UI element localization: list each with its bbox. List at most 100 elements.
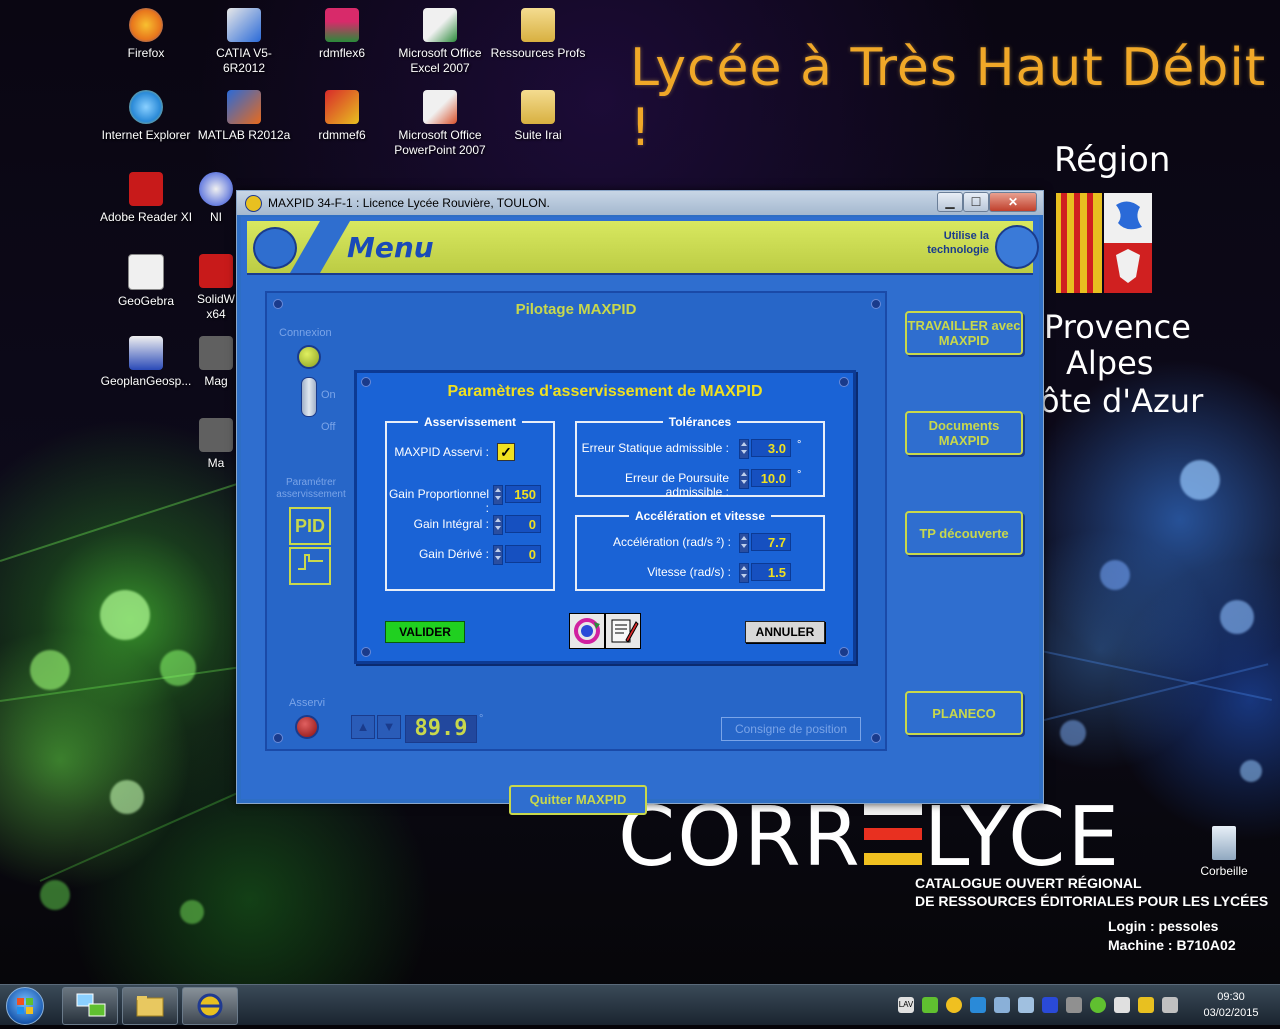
reset-parameters-button[interactable]	[569, 613, 605, 649]
window-titlebar[interactable]: MAXPID 34-F-1 : Licence Lycée Rouvière, …	[237, 191, 1043, 215]
desktop-icon-internet-explorer[interactable]: Internet Explorer	[98, 90, 194, 143]
erreur-poursuite-unit: °	[797, 469, 802, 481]
pid-button[interactable]: PID	[289, 507, 331, 545]
desktop-icon-label: MATLAB R2012a	[197, 128, 291, 142]
tray-display-icon[interactable]	[994, 997, 1010, 1013]
desktop-icon-geoplan[interactable]: GeoplanGeosp...	[98, 336, 194, 389]
consigne-de-position-button[interactable]: Consigne de position	[721, 717, 861, 741]
tray-connection-icon[interactable]	[1042, 997, 1058, 1013]
acceleration-input[interactable]: 7.7	[751, 533, 791, 551]
desktop-icon-adobe-reader[interactable]: Adobe Reader XI	[98, 172, 194, 225]
screw-decoration	[871, 733, 881, 743]
desktop-icon-label: Ma	[207, 456, 225, 470]
asservi-label: Asservi	[289, 697, 326, 709]
gain-integral-spinner[interactable]	[493, 515, 503, 535]
region-line: Provence	[1044, 308, 1191, 346]
bokeh-light	[1180, 460, 1220, 500]
step-response-button[interactable]	[289, 547, 331, 585]
desktop-icon-ressources-profs[interactable]: Ressources Profs	[490, 8, 586, 61]
edit-document-icon	[611, 619, 639, 643]
taskbar-clock[interactable]: 09:30 03/02/2015	[1194, 989, 1268, 1021]
travailler-button[interactable]: TRAVAILLER avec MAXPID	[905, 311, 1023, 355]
erreur-poursuite-spinner[interactable]	[739, 469, 749, 489]
volume-icon[interactable]	[1162, 997, 1178, 1013]
desktop-icon-mag[interactable]: Mag	[196, 336, 236, 389]
gain-derive-spinner[interactable]	[493, 545, 503, 565]
maximize-button[interactable]: ☐	[963, 192, 989, 212]
desktop-icon-ma[interactable]: Ma	[196, 418, 236, 471]
desktop-icon-matlab[interactable]: MATLAB R2012a	[196, 90, 292, 143]
desktop-icon-rdmmef[interactable]: rdmmef6	[294, 90, 390, 143]
maxpid-logo-icon	[253, 227, 297, 269]
desktop-icon-ni[interactable]: NI	[196, 172, 236, 225]
edit-parameters-button[interactable]	[605, 613, 641, 649]
tray-usb-icon[interactable]	[1066, 997, 1082, 1013]
position-up-button[interactable]: ▲	[351, 715, 375, 739]
tray-check-icon[interactable]	[922, 997, 938, 1013]
desktop-icon-suite-irai[interactable]: Suite Irai	[490, 90, 586, 143]
tray-update-icon[interactable]	[1090, 997, 1106, 1013]
taskbar-network-app[interactable]	[62, 987, 118, 1025]
language-bar-icon[interactable]: LAV	[898, 997, 914, 1013]
connexion-toggle-switch[interactable]	[301, 377, 317, 417]
gain-integral-label: Gain Intégral :	[413, 517, 489, 531]
tray-gear-icon[interactable]	[946, 997, 962, 1013]
acceleration-spinner[interactable]	[739, 533, 749, 553]
desktop-icon-geogebra[interactable]: GeoGebra	[98, 254, 194, 309]
erreur-statique-input[interactable]: 3.0	[751, 439, 791, 457]
desktop-icon-label: Firefox	[127, 46, 165, 60]
desktop-icon-recycle-bin[interactable]: Corbeille	[1176, 826, 1272, 879]
mag-icon	[199, 336, 233, 370]
maxpid-asservi-checkbox[interactable]: ✓	[497, 443, 515, 461]
bokeh-light	[100, 590, 150, 640]
start-button[interactable]	[6, 987, 44, 1025]
tray-power-icon[interactable]	[1138, 997, 1154, 1013]
desktop-icon-firefox[interactable]: Firefox	[98, 8, 194, 61]
desktop-icon-label: Corbeille	[1200, 864, 1248, 878]
internet-explorer-icon	[129, 90, 163, 124]
erreur-statique-unit: °	[797, 439, 802, 451]
vitesse-spinner[interactable]	[739, 563, 749, 583]
acceleration-vitesse-group: Accélération et vitesse Accélération (ra…	[575, 509, 825, 591]
screw-decoration	[839, 647, 849, 657]
desktop-icon-label: CATIA V5-6R2012	[216, 46, 272, 75]
adobe-reader-icon	[129, 172, 163, 206]
desktop-icon-catia[interactable]: CATIA V5-6R2012	[196, 8, 292, 76]
desktop-icon-solidworks[interactable]: SolidW x64	[196, 254, 236, 322]
documents-button[interactable]: Documents MAXPID	[905, 411, 1023, 455]
desktop-icon-rdmflex[interactable]: rdmflex6	[294, 8, 390, 61]
firefox-icon	[129, 8, 163, 42]
connexion-label: Connexion	[279, 327, 332, 339]
gain-proportionnel-spinner[interactable]	[493, 485, 503, 505]
tray-network-icon[interactable]	[970, 997, 986, 1013]
erreur-poursuite-input[interactable]: 10.0	[751, 469, 791, 487]
correlyce-text-right: LYCE	[923, 790, 1122, 885]
desktop-icon-excel[interactable]: Microsoft Office Excel 2007	[392, 8, 488, 76]
taskbar-explorer[interactable]	[122, 987, 178, 1025]
gain-derive-input[interactable]: 0	[505, 545, 541, 563]
menu-slash-decoration	[289, 221, 351, 273]
asservi-led	[295, 715, 319, 739]
vitesse-input[interactable]: 1.5	[751, 563, 791, 581]
annuler-button[interactable]: ANNULER	[745, 621, 825, 643]
app-menu-bar: Menu Utilise la technologie	[247, 221, 1039, 275]
tolerances-group: Tolérances Erreur Statique admissible : …	[575, 415, 825, 499]
action-center-flag-icon[interactable]	[1114, 997, 1130, 1013]
erreur-statique-spinner[interactable]	[739, 439, 749, 459]
close-button[interactable]: ✕	[989, 192, 1037, 212]
planeco-button[interactable]: PLANECO	[905, 691, 1023, 735]
matlab-icon	[227, 90, 261, 124]
minimize-button[interactable]: ▁	[937, 192, 963, 212]
gain-proportionnel-input[interactable]: 150	[505, 485, 541, 503]
valider-button[interactable]: VALIDER	[385, 621, 465, 643]
position-down-button[interactable]: ▼	[377, 715, 401, 739]
tp-decouverte-button[interactable]: TP découverte	[905, 511, 1023, 555]
taskbar-maxpid[interactable]	[182, 987, 238, 1025]
recycle-bin-icon	[1212, 826, 1236, 860]
quit-maxpid-button[interactable]: Quitter MAXPID	[509, 785, 647, 815]
menu-title[interactable]: Menu	[347, 231, 434, 264]
desktop-icon-label: Suite Irai	[514, 128, 562, 142]
tray-monitor-icon[interactable]	[1018, 997, 1034, 1013]
gain-integral-input[interactable]: 0	[505, 515, 541, 533]
desktop-icon-powerpoint[interactable]: Microsoft Office PowerPoint 2007	[392, 90, 488, 158]
